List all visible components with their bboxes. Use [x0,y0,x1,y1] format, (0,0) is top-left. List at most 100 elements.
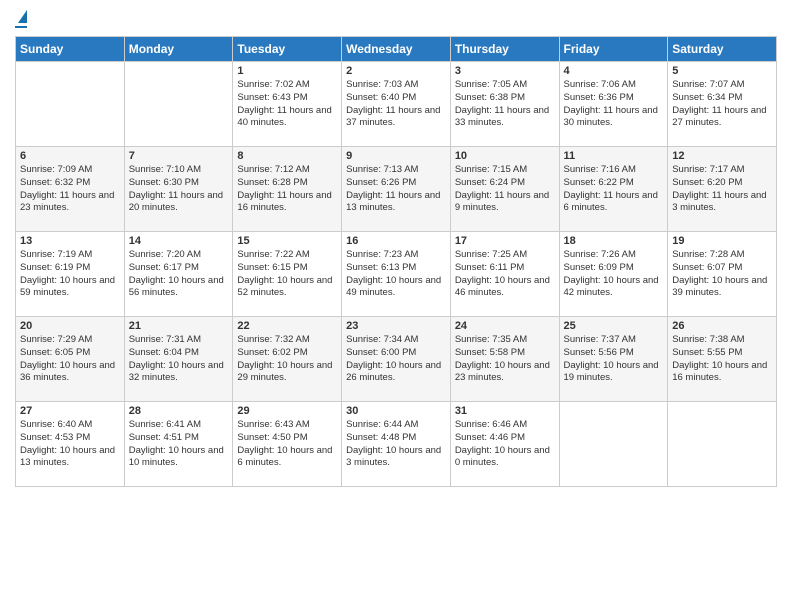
day-number: 1 [237,65,337,77]
day-number: 20 [20,320,120,332]
day-number: 26 [672,320,772,332]
cell-content: Sunrise: 7:23 AMSunset: 6:13 PMDaylight:… [346,249,446,300]
col-header-friday: Friday [559,37,668,62]
day-number: 24 [455,320,555,332]
day-number: 13 [20,235,120,247]
calendar-cell: 17 Sunrise: 7:25 AMSunset: 6:11 PMDayligh… [450,232,559,317]
day-number: 2 [346,65,446,77]
calendar-cell: 27 Sunrise: 6:40 AMSunset: 4:53 PMDayligh… [16,402,125,487]
cell-content: Sunrise: 7:25 AMSunset: 6:11 PMDaylight:… [455,249,555,300]
cell-content: Sunrise: 7:15 AMSunset: 6:24 PMDaylight:… [455,164,555,215]
header-row: SundayMondayTuesdayWednesdayThursdayFrid… [16,37,777,62]
day-number: 15 [237,235,337,247]
cell-content: Sunrise: 7:31 AMSunset: 6:04 PMDaylight:… [129,334,229,385]
calendar-cell: 4 Sunrise: 7:06 AMSunset: 6:36 PMDaylight… [559,62,668,147]
calendar-cell: 30 Sunrise: 6:44 AMSunset: 4:48 PMDayligh… [342,402,451,487]
calendar-cell: 7 Sunrise: 7:10 AMSunset: 6:30 PMDaylight… [124,147,233,232]
day-number: 3 [455,65,555,77]
calendar-cell: 24Sunrise: 7:35 AMSunset: 5:58 PMDayligh… [450,317,559,402]
day-number: 11 [564,150,664,162]
cell-content: Sunrise: 7:17 AMSunset: 6:20 PMDaylight:… [672,164,772,215]
calendar-cell: 6 Sunrise: 7:09 AMSunset: 6:32 PMDaylight… [16,147,125,232]
calendar-cell [668,402,777,487]
cell-content: Sunrise: 7:07 AMSunset: 6:34 PMDaylight:… [672,79,772,130]
calendar-cell: 19 Sunrise: 7:28 AMSunset: 6:07 PMDayligh… [668,232,777,317]
cell-content: Sunrise: 7:32 AMSunset: 6:02 PMDaylight:… [237,334,337,385]
day-number: 7 [129,150,229,162]
cell-content: Sunrise: 7:10 AMSunset: 6:30 PMDaylight:… [129,164,229,215]
calendar-cell: 23 Sunrise: 7:34 AMSunset: 6:00 PMDayligh… [342,317,451,402]
day-number: 30 [346,405,446,417]
calendar-cell: 3 Sunrise: 7:05 AMSunset: 6:38 PMDaylight… [450,62,559,147]
day-number: 12 [672,150,772,162]
day-number: 5 [672,65,772,77]
calendar-cell: 22 Sunrise: 7:32 AMSunset: 6:02 PMDayligh… [233,317,342,402]
logo-underline [15,26,27,28]
calendar-cell: 13 Sunrise: 7:19 AMSunset: 6:19 PMDayligh… [16,232,125,317]
week-row-2: 6 Sunrise: 7:09 AMSunset: 6:32 PMDaylight… [16,147,777,232]
calendar-cell [16,62,125,147]
day-number: 27 [20,405,120,417]
week-row-5: 27 Sunrise: 6:40 AMSunset: 4:53 PMDayligh… [16,402,777,487]
logo [15,10,27,28]
day-number: 18 [564,235,664,247]
header [15,10,777,28]
main-container: SundayMondayTuesdayWednesdayThursdayFrid… [0,0,792,492]
day-number: 8 [237,150,337,162]
day-number: 10 [455,150,555,162]
cell-content: Sunrise: 7:22 AMSunset: 6:15 PMDaylight:… [237,249,337,300]
day-number: 14 [129,235,229,247]
cell-content: Sunrise: 7:28 AMSunset: 6:07 PMDaylight:… [672,249,772,300]
col-header-tuesday: Tuesday [233,37,342,62]
day-number: 23 [346,320,446,332]
calendar-cell: 10 Sunrise: 7:15 AMSunset: 6:24 PMDayligh… [450,147,559,232]
cell-content: Sunrise: 7:05 AMSunset: 6:38 PMDaylight:… [455,79,555,130]
cell-content: Sunrise: 7:26 AMSunset: 6:09 PMDaylight:… [564,249,664,300]
cell-content: Sunrise: 7:19 AMSunset: 6:19 PMDaylight:… [20,249,120,300]
calendar-cell: 28 Sunrise: 6:41 AMSunset: 4:51 PMDayligh… [124,402,233,487]
cell-content: Sunrise: 6:46 AMSunset: 4:46 PMDaylight:… [455,419,555,470]
cell-content: Sunrise: 7:03 AMSunset: 6:40 PMDaylight:… [346,79,446,130]
calendar-cell [559,402,668,487]
day-number: 28 [129,405,229,417]
col-header-thursday: Thursday [450,37,559,62]
day-number: 9 [346,150,446,162]
cell-content: Sunrise: 7:02 AMSunset: 6:43 PMDaylight:… [237,79,337,130]
calendar-cell: 26 Sunrise: 7:38 AMSunset: 5:55 PMDayligh… [668,317,777,402]
day-number: 31 [455,405,555,417]
col-header-saturday: Saturday [668,37,777,62]
calendar-cell: 25Sunrise: 7:37 AMSunset: 5:56 PMDayligh… [559,317,668,402]
cell-content: Sunrise: 7:34 AMSunset: 6:00 PMDaylight:… [346,334,446,385]
week-row-4: 20 Sunrise: 7:29 AMSunset: 6:05 PMDayligh… [16,317,777,402]
cell-content: Sunrise: 6:44 AMSunset: 4:48 PMDaylight:… [346,419,446,470]
cell-content: Sunrise: 6:43 AMSunset: 4:50 PMDaylight:… [237,419,337,470]
calendar-table: SundayMondayTuesdayWednesdayThursdayFrid… [15,36,777,487]
cell-content: Sunrise: 7:38 AMSunset: 5:55 PMDaylight:… [672,334,772,385]
day-number: 6 [20,150,120,162]
week-row-1: 1 Sunrise: 7:02 AMSunset: 6:43 PMDaylight… [16,62,777,147]
calendar-cell [124,62,233,147]
day-number: 16 [346,235,446,247]
cell-content: Sunrise: 7:13 AMSunset: 6:26 PMDaylight:… [346,164,446,215]
day-number: 21 [129,320,229,332]
col-header-wednesday: Wednesday [342,37,451,62]
cell-content: Sunrise: 6:41 AMSunset: 4:51 PMDaylight:… [129,419,229,470]
logo-arrow-icon [18,10,27,23]
day-number: 19 [672,235,772,247]
calendar-cell: 31 Sunrise: 6:46 AMSunset: 4:46 PMDayligh… [450,402,559,487]
calendar-cell: 14 Sunrise: 7:20 AMSunset: 6:17 PMDayligh… [124,232,233,317]
calendar-cell: 1 Sunrise: 7:02 AMSunset: 6:43 PMDaylight… [233,62,342,147]
cell-content: Sunrise: 6:40 AMSunset: 4:53 PMDaylight:… [20,419,120,470]
cell-content: Sunrise: 7:06 AMSunset: 6:36 PMDaylight:… [564,79,664,130]
day-number: 4 [564,65,664,77]
day-number: 29 [237,405,337,417]
cell-content: Sunrise: 7:29 AMSunset: 6:05 PMDaylight:… [20,334,120,385]
calendar-cell: 5 Sunrise: 7:07 AMSunset: 6:34 PMDaylight… [668,62,777,147]
cell-content: Sunrise: 7:12 AMSunset: 6:28 PMDaylight:… [237,164,337,215]
day-number: 17 [455,235,555,247]
calendar-cell: 11Sunrise: 7:16 AMSunset: 6:22 PMDayligh… [559,147,668,232]
day-number: 22 [237,320,337,332]
cell-content: Sunrise: 7:09 AMSunset: 6:32 PMDaylight:… [20,164,120,215]
calendar-cell: 2 Sunrise: 7:03 AMSunset: 6:40 PMDaylight… [342,62,451,147]
cell-content: Sunrise: 7:20 AMSunset: 6:17 PMDaylight:… [129,249,229,300]
